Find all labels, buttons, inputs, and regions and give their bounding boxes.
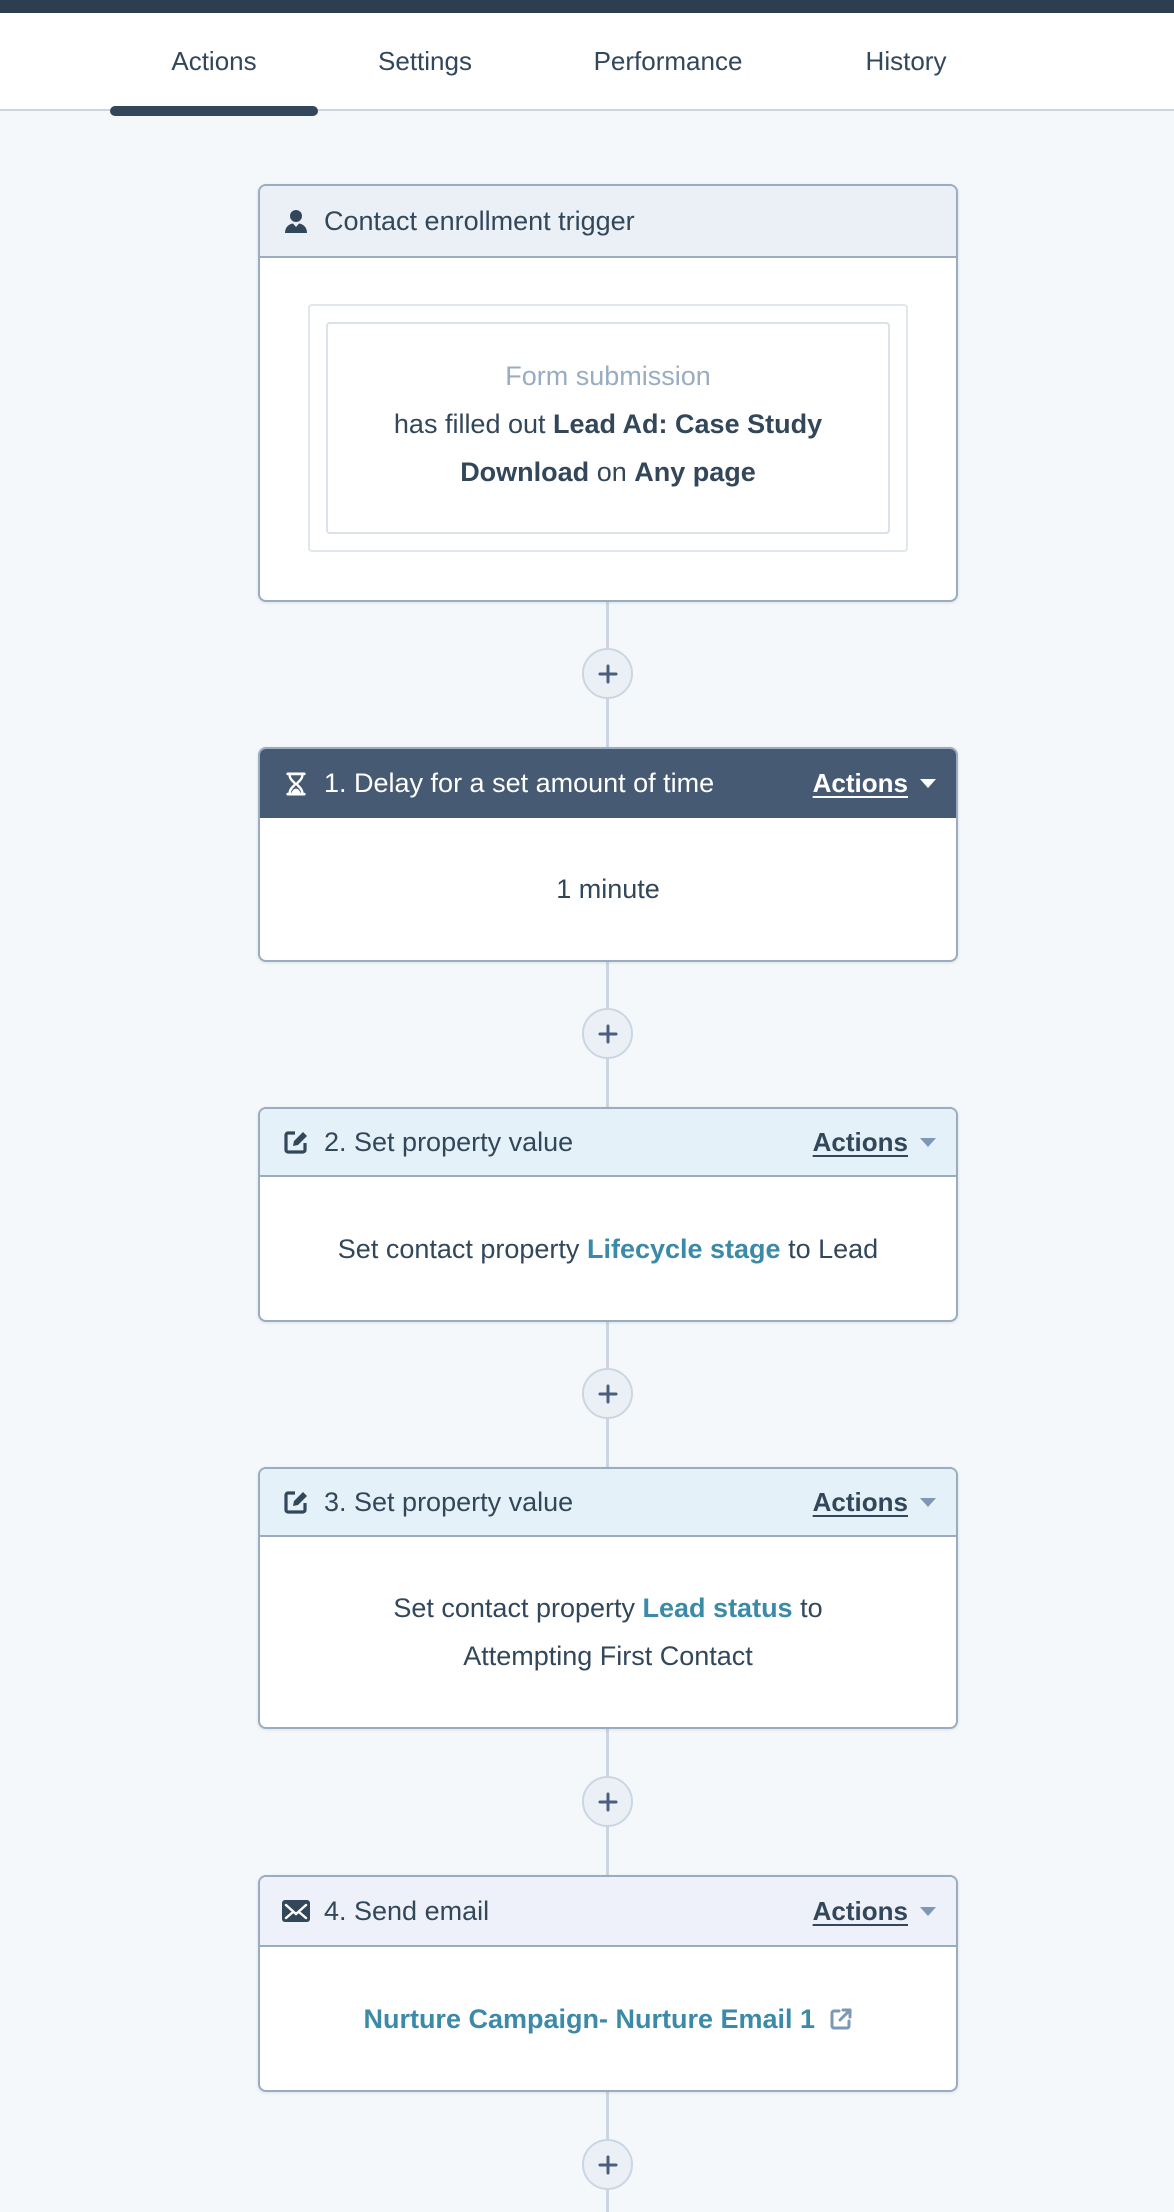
hourglass-icon — [282, 770, 310, 798]
property-link[interactable]: Lead status — [643, 1593, 793, 1623]
top-navigation-bar — [0, 0, 1174, 13]
workflow-tabs: Actions Settings Performance History — [0, 13, 1174, 111]
trigger-filter-description: has filled out Lead Ad: Case Study Downl… — [328, 400, 888, 496]
caret-down-icon — [920, 1137, 936, 1147]
step-title: 3. Set property value — [324, 1486, 574, 1517]
step-title: 4. Send email — [324, 1895, 490, 1926]
plus-icon — [598, 1024, 617, 1043]
trigger-filter-type: Form submission — [505, 360, 711, 391]
delay-duration: 1 minute — [556, 874, 660, 904]
body-mid: to — [788, 1233, 811, 1264]
step-body: 1 minute — [260, 818, 956, 960]
property-value: Attempting First Contact — [463, 1641, 753, 1671]
tab-performance[interactable]: Performance — [560, 13, 776, 109]
add-action-button[interactable] — [582, 1368, 633, 1419]
step-header: 4. Send email Actions — [260, 1877, 956, 1947]
step-actions-dropdown[interactable]: Actions — [813, 1487, 936, 1518]
step-actions-dropdown[interactable]: Actions — [813, 768, 936, 799]
body-mid: to — [800, 1593, 823, 1623]
plus-icon — [598, 2155, 617, 2174]
step-delay-card[interactable]: 1. Delay for a set amount of time Action… — [258, 747, 958, 962]
actions-label: Actions — [812, 1895, 908, 1926]
trigger-title: Contact enrollment trigger — [324, 205, 635, 236]
trigger-filter[interactable]: Form submission has filled out Lead Ad: … — [326, 322, 890, 534]
step-send-email-card[interactable]: 4. Send email Actions Nurture Campaign- … — [258, 1875, 958, 2092]
contact-icon — [282, 207, 310, 235]
step-header: 1. Delay for a set amount of time Action… — [260, 749, 956, 818]
step-body: Set contact property Lead status to Atte… — [260, 1537, 956, 1727]
external-link-icon — [830, 2008, 852, 2029]
tab-actions[interactable]: Actions — [110, 13, 318, 109]
step-set-property-card[interactable]: 3. Set property value Actions Set contac… — [258, 1467, 958, 1729]
step-body: Set contact property Lifecycle stage to … — [260, 1177, 956, 1320]
add-action-button[interactable] — [582, 2139, 633, 2190]
step-title: 2. Set property value — [324, 1126, 574, 1157]
email-link[interactable]: Nurture Campaign- Nurture Email 1 — [363, 1995, 852, 2043]
trigger-header: Contact enrollment trigger — [260, 186, 956, 258]
property-value: Lead — [818, 1233, 879, 1264]
plus-icon — [598, 1384, 617, 1403]
step-actions-dropdown[interactable]: Actions — [813, 1127, 936, 1158]
add-action-button[interactable] — [582, 1008, 633, 1059]
caret-down-icon — [920, 779, 936, 788]
step-actions-dropdown[interactable]: Actions — [813, 1896, 936, 1927]
active-tab-indicator — [110, 106, 318, 116]
edit-icon — [282, 1488, 310, 1516]
actions-label: Actions — [812, 1486, 908, 1517]
trigger-page: Any page — [634, 456, 756, 487]
add-action-button[interactable] — [582, 1776, 633, 1827]
tab-settings[interactable]: Settings — [330, 13, 520, 109]
tab-history[interactable]: History — [820, 13, 992, 109]
plus-icon — [598, 1792, 617, 1811]
step-body: Nurture Campaign- Nurture Email 1 — [260, 1947, 956, 2090]
caret-down-icon — [920, 1906, 936, 1916]
trigger-filter-group: Form submission has filled out Lead Ad: … — [308, 304, 908, 552]
add-action-button[interactable] — [582, 648, 633, 699]
edit-icon — [282, 1128, 310, 1156]
enrollment-trigger-card: Contact enrollment trigger Form submissi… — [258, 184, 958, 602]
email-icon — [282, 1897, 310, 1925]
property-link[interactable]: Lifecycle stage — [587, 1234, 781, 1264]
step-set-property-card[interactable]: 2. Set property value Actions Set contac… — [258, 1107, 958, 1322]
body-prefix: Set contact property — [337, 1233, 580, 1264]
step-header: 2. Set property value Actions — [260, 1109, 956, 1177]
email-name: Nurture Campaign- Nurture Email 1 — [363, 2003, 816, 2034]
step-header: 3. Set property value Actions — [260, 1469, 956, 1537]
actions-label: Actions — [812, 1126, 908, 1157]
caret-down-icon — [920, 1497, 936, 1507]
actions-label: Actions — [812, 768, 908, 798]
step-title: 1. Delay for a set amount of time — [324, 768, 715, 798]
plus-icon — [598, 664, 617, 683]
trigger-desc-mid: on — [596, 456, 627, 487]
body-prefix: Set contact property — [393, 1593, 636, 1623]
trigger-desc-prefix: has filled out — [393, 408, 546, 439]
